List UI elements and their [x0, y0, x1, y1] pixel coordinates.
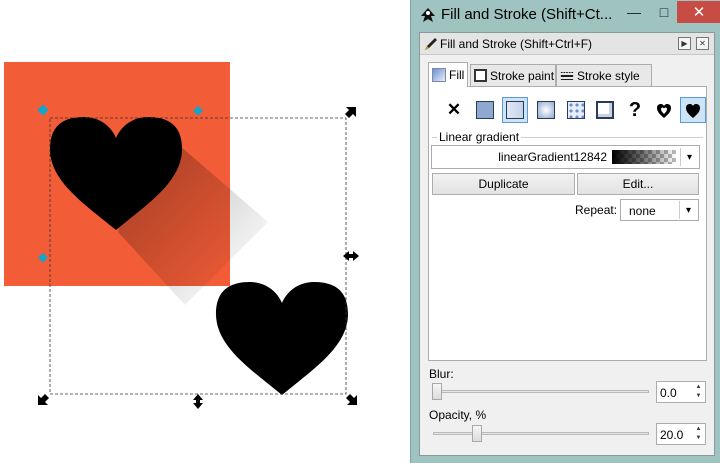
unset-paint-button[interactable]: ?: [622, 97, 648, 123]
scale-handle-top-right[interactable]: [345, 107, 356, 118]
fill-icon: [432, 68, 446, 82]
drawing-canvas[interactable]: [0, 0, 410, 463]
gradient-section-label: Linear gradient: [437, 130, 522, 144]
fill-and-stroke-window: Fill and Stroke (Shift+Ct... — □ ✕ Fill …: [410, 0, 720, 463]
panel-iconify-button[interactable]: ▶: [678, 37, 691, 50]
inkscape-app-icon: [421, 8, 435, 22]
opacity-slider-thumb[interactable]: [472, 425, 482, 442]
canvas-artwork: [4, 62, 359, 409]
window-title: Fill and Stroke (Shift+Ct...: [441, 6, 613, 23]
minimize-button[interactable]: —: [619, 1, 649, 23]
maximize-button[interactable]: □: [649, 1, 679, 23]
dock-panel: Fill and Stroke (Shift+Ctrl+F) ▶ ✕ Fill …: [419, 32, 715, 456]
tab-stroke-paint[interactable]: Stroke paint: [470, 64, 556, 86]
spin-arrows-icon[interactable]: ▲ ▼: [693, 425, 704, 443]
linear-gradient-button[interactable]: [502, 97, 528, 123]
tab-fill[interactable]: Fill: [428, 62, 468, 87]
blur-slider-track[interactable]: [433, 390, 649, 393]
chevron-down-icon[interactable]: ▾: [680, 148, 698, 166]
blur-spinbox[interactable]: 0.0 ▲ ▼: [656, 381, 706, 403]
chevron-down-icon[interactable]: ▾: [679, 201, 697, 219]
scale-handle-bottom-right[interactable]: [346, 394, 357, 405]
linear-gradient-icon: [506, 101, 524, 119]
opacity-label: Opacity, %: [429, 408, 487, 422]
flat-color-icon: [476, 101, 494, 119]
panel-header[interactable]: Fill and Stroke (Shift+Ctrl+F) ▶ ✕: [420, 33, 714, 55]
window-titlebar[interactable]: Fill and Stroke (Shift+Ct... — □ ✕: [411, 0, 720, 32]
stroke-paint-icon: [474, 69, 487, 82]
pen-brush-icon: [425, 38, 437, 50]
tab-fill-label: Fill: [449, 68, 465, 82]
edit-button[interactable]: Edit...: [577, 173, 699, 195]
panel-title: Fill and Stroke (Shift+Ctrl+F): [440, 37, 593, 51]
spin-arrows-icon[interactable]: ▲ ▼: [693, 383, 704, 401]
radial-gradient-icon: [537, 101, 555, 119]
blur-value: 0.0: [660, 386, 677, 400]
tab-stroke-style-label: Stroke style: [577, 68, 640, 83]
duplicate-button[interactable]: Duplicate: [432, 173, 575, 195]
pattern-icon: [567, 101, 585, 119]
opacity-slider-track[interactable]: [433, 432, 649, 435]
tab-bar: Fill Stroke paint Stroke style: [428, 62, 708, 87]
fill-tab-content: ✕ ? Linear gradient linearGradient12842 …: [428, 86, 707, 361]
blur-label: Blur:: [429, 367, 454, 381]
gradient-preview: [612, 150, 676, 164]
scale-handle-right[interactable]: [343, 251, 359, 261]
tab-stroke-style[interactable]: Stroke style: [556, 64, 652, 86]
fill-rule-evenodd-button[interactable]: [651, 97, 677, 123]
gradient-name: linearGradient12842: [498, 150, 607, 164]
gradient-selector[interactable]: linearGradient12842 ▾: [431, 145, 700, 169]
fill-rule-nonzero-button[interactable]: [680, 97, 706, 123]
swatch-button[interactable]: [592, 97, 618, 123]
repeat-select[interactable]: none ▾: [620, 199, 699, 221]
radial-gradient-button[interactable]: [533, 97, 559, 123]
swatch-icon: [596, 101, 614, 119]
close-button[interactable]: ✕: [677, 1, 720, 23]
repeat-label: Repeat:: [575, 203, 618, 217]
pattern-button[interactable]: [563, 97, 589, 123]
panel-close-button[interactable]: ✕: [696, 37, 709, 50]
evenodd-icon: [657, 104, 671, 118]
scale-handle-bottom[interactable]: [193, 394, 203, 409]
nonzero-icon: [686, 104, 700, 118]
repeat-value: none: [629, 204, 656, 218]
no-paint-button[interactable]: ✕: [441, 97, 467, 123]
scale-handle-bottom-left[interactable]: [38, 394, 49, 405]
tab-stroke-paint-label: Stroke paint: [490, 68, 555, 83]
opacity-spinbox[interactable]: 20.0 ▲ ▼: [656, 423, 706, 445]
flat-color-button[interactable]: [472, 97, 498, 123]
stroke-style-icon: [560, 71, 574, 80]
opacity-value: 20.0: [660, 428, 684, 442]
heart-lower[interactable]: [216, 282, 348, 395]
blur-slider-thumb[interactable]: [432, 383, 442, 400]
